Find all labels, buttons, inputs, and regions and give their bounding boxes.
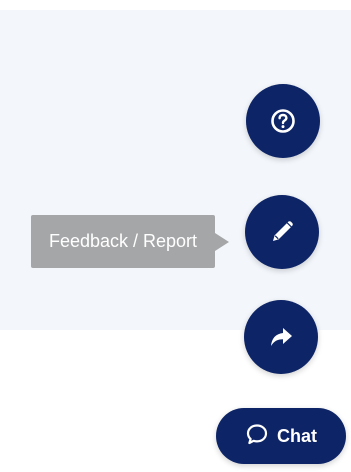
chat-label: Chat	[277, 425, 317, 446]
speech-bubble-icon	[245, 423, 269, 450]
tooltip-arrow	[215, 233, 229, 251]
tooltip-text: Feedback / Report	[48, 231, 198, 251]
chat-button[interactable]: Chat	[216, 408, 346, 464]
question-circle-icon	[270, 108, 296, 134]
share-button[interactable]	[244, 300, 318, 374]
feedback-tooltip: Feedback / Report	[31, 215, 215, 268]
content-panel	[0, 10, 351, 330]
help-button[interactable]	[246, 84, 320, 158]
pencil-icon	[268, 218, 296, 246]
share-arrow-icon	[267, 323, 295, 351]
feedback-report-button[interactable]	[245, 195, 319, 269]
